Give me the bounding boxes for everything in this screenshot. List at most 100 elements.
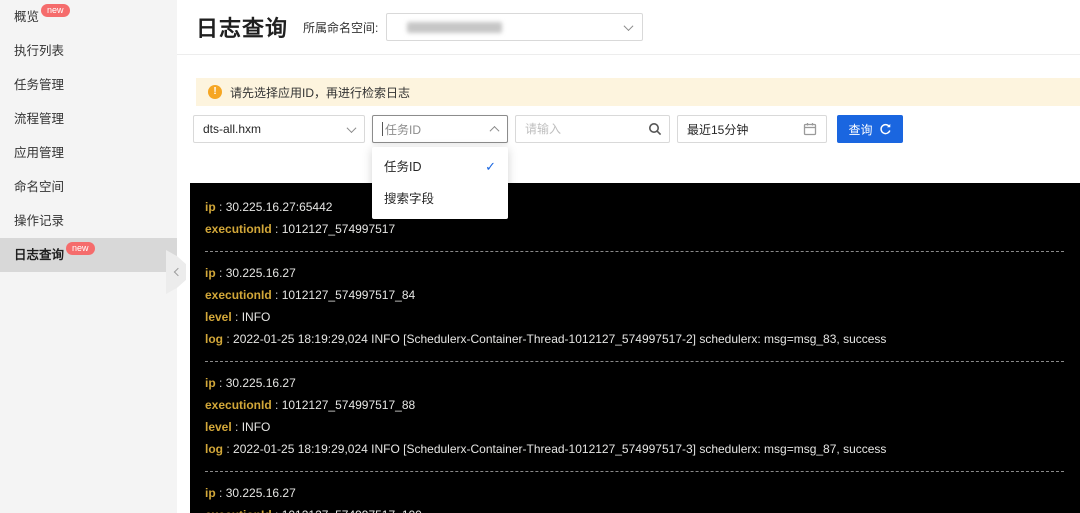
log-field-colon: : <box>215 486 226 500</box>
log-field-value: 30.225.16.27 <box>225 376 296 390</box>
log-field-colon: : <box>223 442 234 456</box>
log-field: executionId : 1012127_574997517 <box>205 218 1064 240</box>
field-select[interactable]: 任务ID <box>372 115 508 143</box>
sidebar-item-app-management[interactable]: 应用管理 <box>0 136 177 170</box>
menu-option-label: 搜索字段 <box>384 192 435 206</box>
log-field: executionId : 1012127_574997517_84 <box>205 284 1064 306</box>
log-field-key: executionId <box>205 222 272 236</box>
time-range-value: 最近15分钟 <box>687 122 749 137</box>
log-field: log : 2022-01-25 18:19:29,024 INFO [Sche… <box>205 438 1064 460</box>
sidebar-item-task-management[interactable]: 任务管理 <box>0 68 177 102</box>
log-field-key: log <box>205 442 223 456</box>
sidebar-item-label: 操作记录 <box>14 214 65 228</box>
calendar-icon <box>803 123 817 136</box>
log-field: level : INFO <box>205 416 1064 438</box>
sidebar-item-label: 应用管理 <box>14 146 65 160</box>
log-field-key: level <box>205 420 232 434</box>
refresh-icon <box>879 123 891 134</box>
log-entry: ip : 30.225.16.27executionId : 1012127_5… <box>205 372 1064 460</box>
log-field-colon: : <box>271 288 282 302</box>
log-field: ip : 30.225.16.27 <box>205 262 1064 284</box>
sidebar-item-execution-list[interactable]: 执行列表 <box>0 34 177 68</box>
log-field: ip : 30.225.16.27 <box>205 372 1064 394</box>
log-field: executionId : 1012127_574997517_88 <box>205 394 1064 416</box>
sidebar-item-operation-record[interactable]: 操作记录 <box>0 204 177 238</box>
chevron-down-icon <box>346 122 357 133</box>
log-field-colon: : <box>223 332 234 346</box>
log-field-value: 1012127_574997517_84 <box>281 288 416 302</box>
warning-icon: ! <box>208 85 222 99</box>
search-field-wrap <box>515 115 670 143</box>
log-field-colon: : <box>215 200 226 214</box>
log-field-key: ip <box>205 376 216 390</box>
log-field-value: 30.225.16.27:65442 <box>225 200 333 214</box>
log-field-key: executionId <box>205 288 272 302</box>
log-field-colon: : <box>215 266 226 280</box>
namespace-label: 所属命名空间: <box>303 20 379 35</box>
namespace-value-redacted <box>407 21 503 33</box>
page-header: 日志查询 所属命名空间: <box>177 0 1080 55</box>
sidebar-item-label: 执行列表 <box>14 44 65 58</box>
log-field-colon: : <box>231 420 242 434</box>
log-separator <box>205 471 1064 472</box>
main-content: 日志查询 所属命名空间: ! 请先选择应用ID，再进行检索日志 dts-all.… <box>177 0 1080 513</box>
log-field-key: level <box>205 310 232 324</box>
new-badge: new <box>41 4 70 17</box>
log-field-value: 1012127_574997517_88 <box>281 398 416 412</box>
log-field-key: ip <box>205 266 216 280</box>
log-field: level : INFO <box>205 306 1064 328</box>
time-range-picker[interactable]: 最近15分钟 <box>677 115 827 143</box>
log-field-key: log <box>205 332 223 346</box>
log-entry: ip : 30.225.16.27executionId : 1012127_5… <box>205 482 1064 513</box>
alert-banner: ! 请先选择应用ID，再进行检索日志 <box>196 78 1080 106</box>
search-icon <box>649 123 662 136</box>
sidebar-item-label: 概览 <box>14 10 40 24</box>
log-field-value: 30.225.16.27 <box>225 486 296 500</box>
query-button[interactable]: 查询 <box>837 115 903 143</box>
menu-option-label: 任务ID <box>384 160 422 174</box>
log-field-value: 1012127_574997517 <box>281 222 396 236</box>
filter-bar: dts-all.hxm 任务ID 最近15分钟 <box>193 115 1080 143</box>
sidebar-item-workflow-management[interactable]: 流程管理 <box>0 102 177 136</box>
log-field-colon: : <box>231 310 242 324</box>
log-field-value: INFO <box>241 420 271 434</box>
option-search-field[interactable]: 搜索字段 <box>372 183 508 215</box>
log-field-key: executionId <box>205 398 272 412</box>
sidebar-item-label: 命名空间 <box>14 180 65 194</box>
page-title: 日志查询 <box>196 16 289 41</box>
log-field-colon: : <box>215 376 226 390</box>
namespace-select[interactable] <box>386 13 644 41</box>
search-input[interactable] <box>515 115 670 143</box>
log-entry: ip : 30.225.16.27:65442 executionId : 101… <box>205 196 1064 240</box>
sidebar-item-overview[interactable]: 概览 new <box>0 0 177 34</box>
new-badge: new <box>66 242 95 255</box>
log-field-key: executionId <box>205 508 272 513</box>
log-field-colon: : <box>272 508 282 513</box>
log-field-value: 2022-01-25 18:19:29,024 INFO [Schedulerx… <box>233 332 887 346</box>
sidebar-item-log-query[interactable]: 日志查询 new <box>0 238 177 272</box>
chevron-down-icon <box>623 20 634 31</box>
alert-text: 请先选择应用ID，再进行检索日志 <box>230 85 411 100</box>
log-field-key: ip <box>205 200 216 214</box>
log-field: ip : 30.225.16.27:65442 <box>205 196 1064 218</box>
log-field: executionId : 1012127_574997517_100 <box>205 504 1064 513</box>
log-field-key: ip <box>205 486 216 500</box>
sidebar-item-namespace[interactable]: 命名空间 <box>0 170 177 204</box>
log-entry: ip : 30.225.16.27executionId : 1012127_5… <box>205 262 1064 350</box>
sidebar-item-label: 流程管理 <box>14 112 65 126</box>
log-panel[interactable]: ip : 30.225.16.27:65442 executionId : 101… <box>190 183 1080 513</box>
log-field-value: 30.225.16.27 <box>225 266 296 280</box>
log-field-colon: : <box>271 222 282 236</box>
log-field-colon: : <box>271 398 282 412</box>
log-field: ip : 30.225.16.27 <box>205 482 1064 504</box>
check-icon: ✓ <box>485 159 496 174</box>
app-select[interactable]: dts-all.hxm <box>193 115 365 143</box>
option-task-id[interactable]: 任务ID ✓ <box>372 151 508 183</box>
log-field-value: 2022-01-25 18:19:29,024 INFO [Schedulerx… <box>233 442 887 456</box>
chevron-left-icon <box>173 267 183 277</box>
field-select-dropdown: 任务ID ✓ 搜索字段 <box>372 147 508 219</box>
field-select-value: 任务ID <box>385 122 422 137</box>
log-field-value: INFO <box>241 310 271 324</box>
sidebar-item-label: 任务管理 <box>14 78 65 92</box>
log-separator <box>205 361 1064 362</box>
